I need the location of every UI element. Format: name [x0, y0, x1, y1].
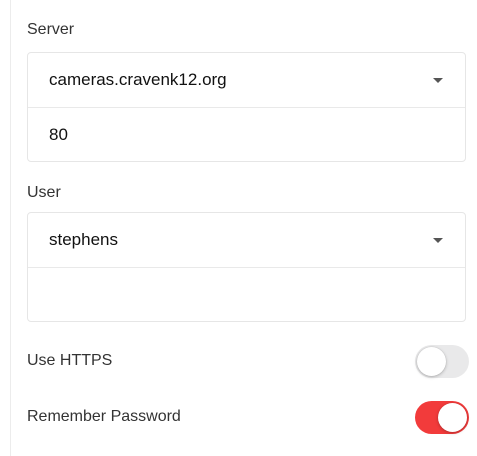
- user-section-label: User: [27, 184, 61, 201]
- server-section-label: Server: [27, 21, 75, 38]
- server-port-field[interactable]: 80: [28, 107, 465, 161]
- server-card: cameras.cravenk12.org 80: [27, 52, 466, 162]
- caret-down-icon[interactable]: [433, 77, 443, 83]
- password-field[interactable]: [28, 267, 465, 321]
- server-port-value: 80: [49, 124, 68, 144]
- username-select[interactable]: stephens: [28, 213, 465, 267]
- remember-password-toggle[interactable]: [415, 400, 469, 434]
- use-https-row: Use HTTPS: [27, 343, 469, 379]
- use-https-label: Use HTTPS: [27, 352, 113, 369]
- remember-password-row: Remember Password: [27, 399, 469, 435]
- use-https-toggle[interactable]: [415, 344, 469, 378]
- server-host-select[interactable]: cameras.cravenk12.org: [28, 53, 465, 107]
- remember-password-label: Remember Password: [27, 408, 181, 425]
- user-card: stephens: [27, 212, 466, 322]
- server-host-value: cameras.cravenk12.org: [49, 70, 227, 89]
- caret-down-icon[interactable]: [433, 237, 443, 243]
- toggle-knob: [438, 402, 467, 432]
- toggle-knob: [417, 346, 446, 376]
- username-value: stephens: [49, 230, 118, 249]
- left-divider: [10, 0, 11, 456]
